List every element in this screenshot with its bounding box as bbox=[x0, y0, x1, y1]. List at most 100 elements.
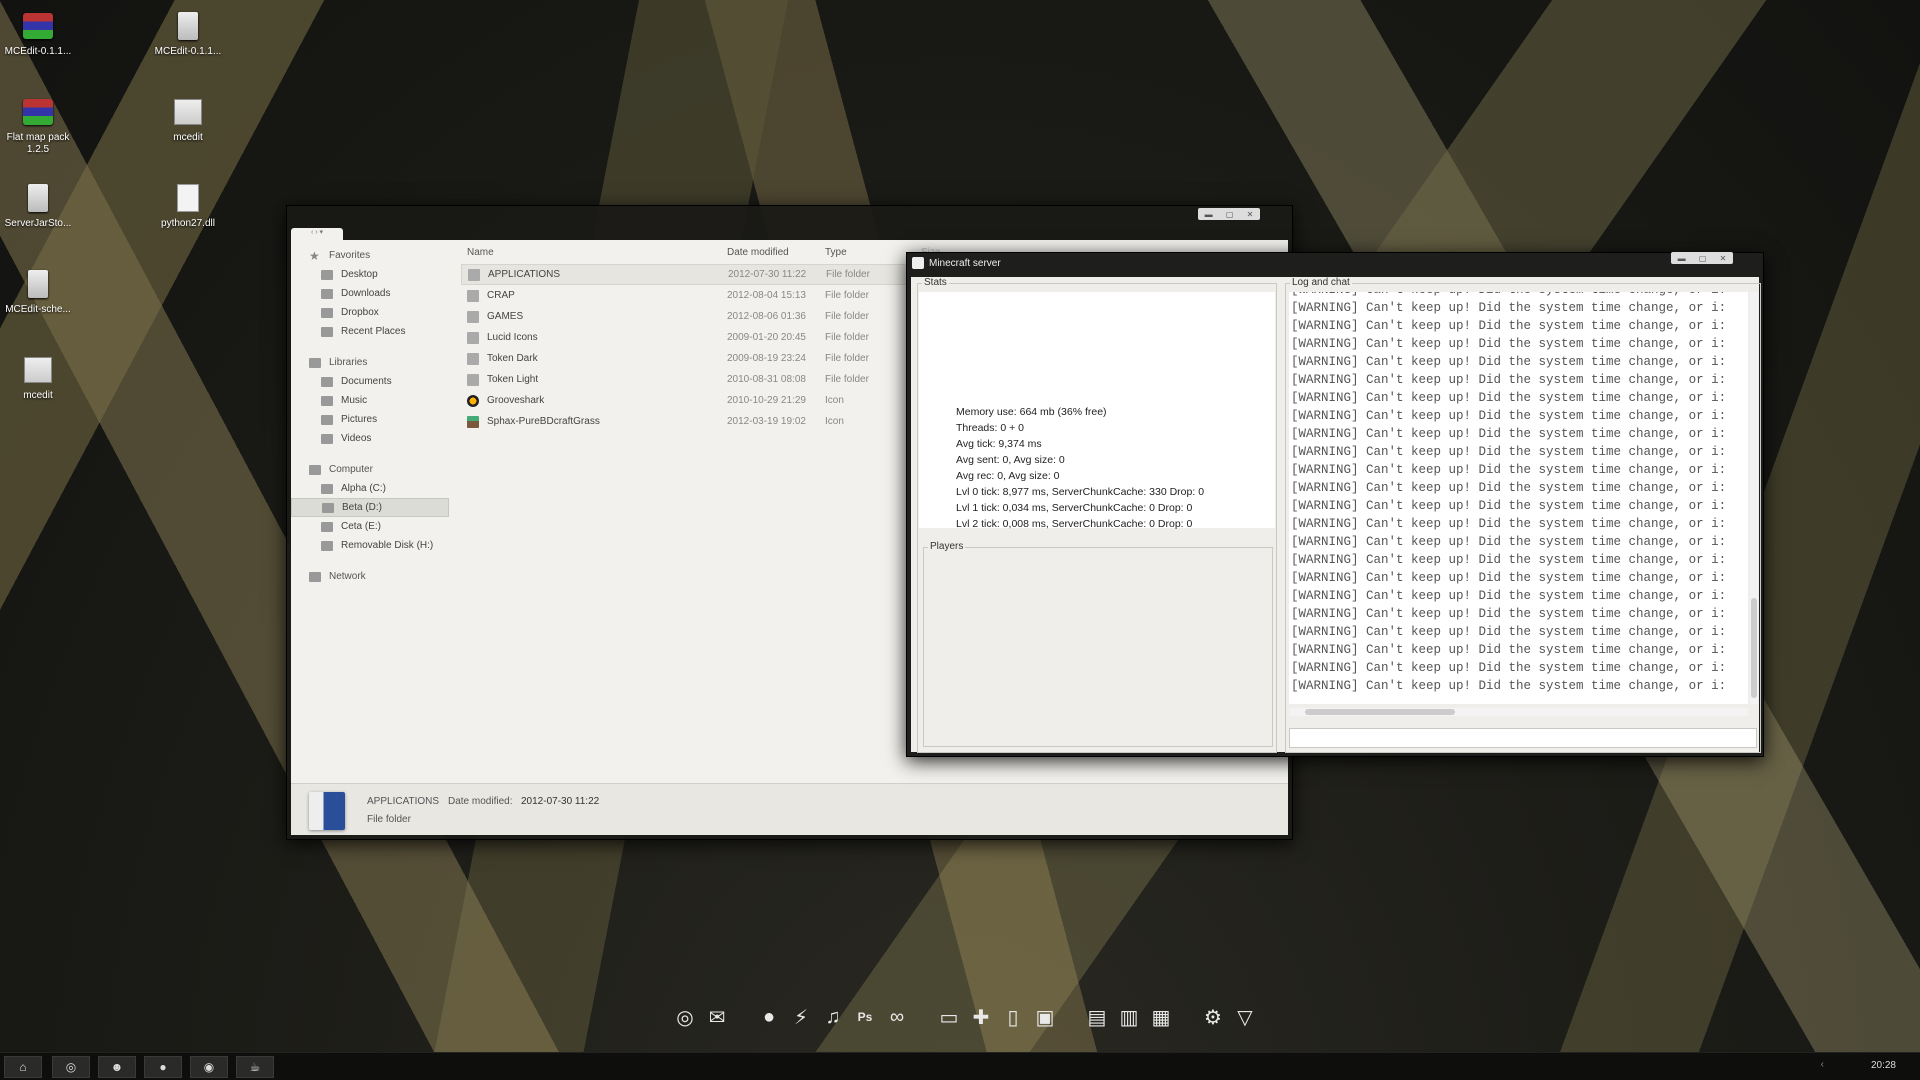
tray-expand-icon[interactable]: ‹ bbox=[1821, 1059, 1824, 1070]
desktop-icon-mcedit-file[interactable]: MCEdit-0.1.1... bbox=[148, 10, 228, 58]
contacts-icon[interactable]: ▣ bbox=[1032, 1004, 1058, 1030]
nav-network[interactable]: Network bbox=[291, 567, 449, 586]
libraries-icon bbox=[309, 357, 321, 368]
log-line: [WARNING] Can't keep up! Did the system … bbox=[1291, 319, 1727, 333]
nav-drive-ceta[interactable]: Ceta (E:) bbox=[291, 517, 449, 536]
nav-drive-alpha[interactable]: Alpha (C:) bbox=[291, 479, 449, 498]
file-date: 2009-08-19 23:24 bbox=[727, 353, 806, 364]
nav-drive-beta[interactable]: Beta (D:) bbox=[291, 498, 449, 517]
nav-libraries[interactable]: Libraries bbox=[291, 353, 449, 372]
nav-label: Network bbox=[329, 571, 366, 582]
file-name: GAMES bbox=[487, 311, 524, 322]
photoshop-icon[interactable]: Ps bbox=[852, 1004, 878, 1030]
nav-pictures[interactable]: Pictures bbox=[291, 410, 449, 429]
gear-icon[interactable]: ⚙ bbox=[1200, 1004, 1226, 1030]
taskbar-spotify[interactable]: ◉ bbox=[190, 1056, 228, 1078]
column-name[interactable]: Name bbox=[467, 247, 494, 258]
navigation-pane: ★ Favorites Desktop Downloads Dropbox Rec… bbox=[291, 240, 449, 783]
scrollbar-thumb[interactable] bbox=[1751, 598, 1757, 698]
laptop-icon[interactable]: ▭ bbox=[936, 1004, 962, 1030]
desktop-icon-label: mcedit bbox=[173, 132, 203, 143]
log-line: [WARNING] Can't keep up! Did the system … bbox=[1291, 679, 1727, 693]
minimize-icon[interactable]: ▬ bbox=[1678, 254, 1686, 263]
scrollbar-thumb[interactable] bbox=[1305, 709, 1455, 715]
desktop-icon-label: Flat map pack 1.2.5 bbox=[6, 132, 70, 155]
log-line: [WARNING] Can't keep up! Did the system … bbox=[1291, 373, 1727, 387]
column-type[interactable]: Type bbox=[825, 247, 847, 258]
desktop-icon-serverjar[interactable]: ServerJarSto... bbox=[0, 182, 78, 230]
maximize-icon[interactable]: ▢ bbox=[1226, 210, 1234, 219]
file-icon bbox=[22, 268, 54, 300]
nav-label: Music bbox=[341, 395, 368, 406]
taskbar-skype[interactable]: ● bbox=[144, 1056, 182, 1078]
drive-icon bbox=[322, 502, 334, 513]
flash-icon[interactable]: ⚡ bbox=[788, 1004, 814, 1030]
file-name: Sphax-PureBDcraftGrass bbox=[487, 416, 600, 427]
nav-desktop[interactable]: Desktop bbox=[291, 265, 449, 284]
nav-removable-disk[interactable]: Removable Disk (H:) bbox=[291, 536, 449, 555]
nav-music[interactable]: Music bbox=[291, 391, 449, 410]
taskbar-java[interactable]: ☕ bbox=[236, 1056, 274, 1078]
players-panel[interactable]: Players bbox=[923, 541, 1273, 747]
link-icon[interactable]: ∞ bbox=[884, 1004, 910, 1030]
nav-recent-places[interactable]: Recent Places bbox=[291, 322, 449, 341]
nav-computer[interactable]: Computer bbox=[291, 460, 449, 479]
back-forward-buttons[interactable]: ‹ › ▾ bbox=[291, 228, 343, 240]
music-icon[interactable]: ♫ bbox=[820, 1004, 846, 1030]
nav-favorites[interactable]: ★ Favorites bbox=[291, 246, 449, 265]
chat-input[interactable] bbox=[1289, 728, 1757, 748]
nav-label: Removable Disk (H:) bbox=[341, 540, 434, 551]
log-text-area[interactable]: [WARNING] Can't keep up! Did the system … bbox=[1289, 292, 1748, 704]
file-name: Token Light bbox=[487, 374, 539, 385]
desktop-icon-mcedit-zip[interactable]: MCEdit-0.1.1... bbox=[0, 10, 78, 58]
log-line: [WARNING] Can't keep up! Did the system … bbox=[1291, 607, 1727, 621]
nav-dropbox[interactable]: Dropbox bbox=[291, 303, 449, 322]
log-vertical-scrollbar[interactable] bbox=[1750, 292, 1758, 704]
close-icon[interactable]: ✕ bbox=[1720, 254, 1727, 263]
desktop-icon-label: MCEdit-sche... bbox=[5, 304, 71, 315]
close-icon[interactable]: ✕ bbox=[1247, 210, 1254, 219]
videos-icon bbox=[321, 433, 333, 444]
documents-icon bbox=[321, 376, 333, 387]
taskbar-chrome[interactable]: ◎ bbox=[52, 1056, 90, 1078]
minimize-icon[interactable]: ▬ bbox=[1205, 210, 1213, 219]
title-bar[interactable]: Minecraft server bbox=[907, 253, 1763, 273]
desktop-icon-mcedit-app[interactable]: mcedit bbox=[148, 96, 228, 144]
minecraft-server-window: Minecraft server ▬ ▢ ✕ Stats Memory use:… bbox=[906, 252, 1764, 757]
log-line: [WARNING] Can't keep up! Did the system … bbox=[1291, 517, 1727, 531]
nav-videos[interactable]: Videos bbox=[291, 429, 449, 448]
mail-icon[interactable]: ✉ bbox=[704, 1004, 730, 1030]
desktop-icon-python-dll[interactable]: python27.dll bbox=[148, 182, 228, 230]
desktop-icon-mcedit-2[interactable]: mcedit bbox=[0, 354, 78, 402]
book-icon[interactable]: ▯ bbox=[1000, 1004, 1026, 1030]
desktop-icon-label: MCEdit-0.1.1... bbox=[154, 46, 222, 57]
taskbar-contacts[interactable]: ☻ bbox=[98, 1056, 136, 1078]
log-line: [WARNING] Can't keep up! Did the system … bbox=[1291, 292, 1748, 299]
column-date-modified[interactable]: Date modified bbox=[727, 247, 789, 258]
nav-downloads[interactable]: Downloads bbox=[291, 284, 449, 303]
file-name: CRAP bbox=[487, 290, 515, 301]
folder-icon bbox=[467, 352, 479, 365]
desktop-icon-mcedit-schematic[interactable]: MCEdit-sche... bbox=[0, 268, 78, 316]
nav-label: Ceta (E:) bbox=[341, 521, 382, 532]
log-horizontal-scrollbar[interactable] bbox=[1289, 708, 1748, 716]
window-controls: ▬ ▢ ✕ bbox=[1671, 252, 1733, 264]
drive-icon bbox=[321, 483, 333, 494]
maximize-icon[interactable]: ▢ bbox=[1699, 254, 1707, 263]
gamepad-icon[interactable]: ✚ bbox=[968, 1004, 994, 1030]
start-button[interactable]: ⌂ bbox=[4, 1056, 42, 1078]
network-icon bbox=[309, 571, 321, 582]
details-type: File folder bbox=[367, 814, 411, 825]
downloads-icon bbox=[321, 288, 333, 299]
skype-icon[interactable]: ● bbox=[756, 1004, 782, 1030]
folder-music-icon[interactable]: ▥ bbox=[1116, 1004, 1142, 1030]
trash-icon[interactable]: ▽ bbox=[1232, 1004, 1258, 1030]
clock[interactable]: 20:28 bbox=[1871, 1060, 1896, 1071]
chrome-icon[interactable]: ◎ bbox=[672, 1004, 698, 1030]
log-line: [WARNING] Can't keep up! Did the system … bbox=[1291, 427, 1727, 441]
nav-documents[interactable]: Documents bbox=[291, 372, 449, 391]
folder-docs-icon[interactable]: ▤ bbox=[1084, 1004, 1110, 1030]
desktop-icon-flat-map-pack[interactable]: Flat map pack 1.2.5 bbox=[0, 96, 78, 156]
folder-pictures-icon[interactable]: ▦ bbox=[1148, 1004, 1174, 1030]
file-date: 2010-08-31 08:08 bbox=[727, 374, 806, 385]
